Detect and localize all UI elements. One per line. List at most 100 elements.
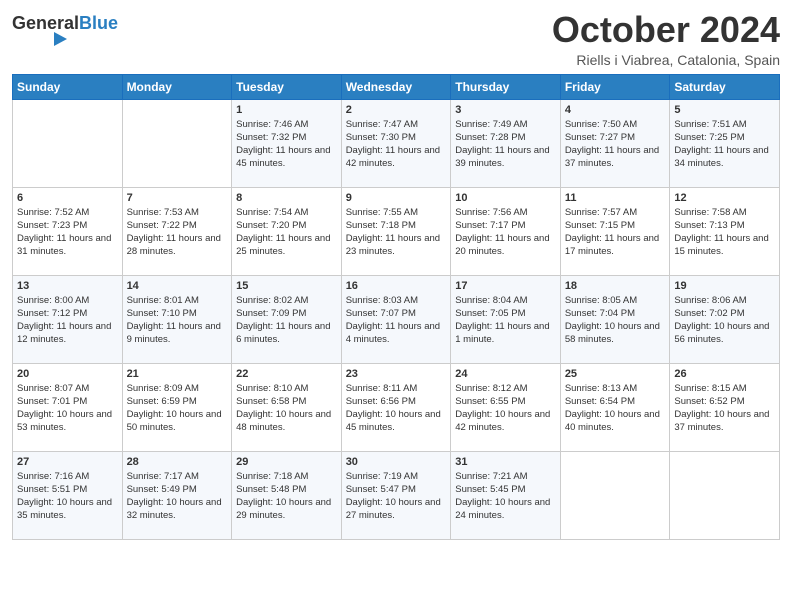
day-number: 15 bbox=[236, 280, 337, 292]
cell-sun-info: Sunrise: 7:53 AM Sunset: 7:22 PM Dayligh… bbox=[127, 206, 228, 259]
calendar-cell: 5Sunrise: 7:51 AM Sunset: 7:25 PM Daylig… bbox=[670, 99, 780, 187]
day-number: 28 bbox=[127, 456, 228, 468]
day-number: 31 bbox=[455, 456, 556, 468]
header-row: Sunday Monday Tuesday Wednesday Thursday… bbox=[13, 74, 780, 99]
day-number: 27 bbox=[17, 456, 118, 468]
cell-sun-info: Sunrise: 8:01 AM Sunset: 7:10 PM Dayligh… bbox=[127, 294, 228, 347]
calendar-cell: 8 Sunrise: 7:54 AM Sunset: 7:20 PM Daylig… bbox=[232, 187, 342, 275]
day-number: 12 bbox=[674, 192, 775, 204]
day-number: 23 bbox=[346, 368, 447, 380]
day-number: 21 bbox=[127, 368, 228, 380]
cell-sun-info: Sunrise: 8:11 AM Sunset: 6:56 PM Dayligh… bbox=[346, 382, 447, 435]
calendar-cell: 1Sunrise: 7:46 AM Sunset: 7:32 PM Daylig… bbox=[232, 99, 342, 187]
calendar-week-3: 13 Sunrise: 8:00 AM Sunset: 7:12 PM Dayli… bbox=[13, 275, 780, 363]
calendar-cell bbox=[122, 99, 232, 187]
logo-text: GeneralBlue bbox=[12, 14, 118, 46]
col-wednesday: Wednesday bbox=[341, 74, 451, 99]
calendar-cell bbox=[13, 99, 123, 187]
cell-sun-info: Sunrise: 7:51 AM Sunset: 7:25 PM Dayligh… bbox=[674, 118, 775, 171]
cell-sun-info: Sunrise: 8:03 AM Sunset: 7:07 PM Dayligh… bbox=[346, 294, 447, 347]
cell-sun-info: Sunrise: 7:54 AM Sunset: 7:20 PM Dayligh… bbox=[236, 206, 337, 259]
calendar-cell: 20 Sunrise: 8:07 AM Sunset: 7:01 PM Dayli… bbox=[13, 363, 123, 451]
day-number: 7 bbox=[127, 192, 228, 204]
col-sunday: Sunday bbox=[13, 74, 123, 99]
cell-sun-info: Sunrise: 7:52 AM Sunset: 7:23 PM Dayligh… bbox=[17, 206, 118, 259]
calendar-cell bbox=[670, 451, 780, 539]
col-thursday: Thursday bbox=[451, 74, 561, 99]
calendar-table: Sunday Monday Tuesday Wednesday Thursday… bbox=[12, 74, 780, 540]
cell-sun-info: Sunrise: 8:10 AM Sunset: 6:58 PM Dayligh… bbox=[236, 382, 337, 435]
day-number: 29 bbox=[236, 456, 337, 468]
day-number: 6 bbox=[17, 192, 118, 204]
calendar-cell: 9 Sunrise: 7:55 AM Sunset: 7:18 PM Daylig… bbox=[341, 187, 451, 275]
calendar-cell: 14Sunrise: 8:01 AM Sunset: 7:10 PM Dayli… bbox=[122, 275, 232, 363]
calendar-cell: 25Sunrise: 8:13 AM Sunset: 6:54 PM Dayli… bbox=[560, 363, 670, 451]
cell-sun-info: Sunrise: 7:17 AM Sunset: 5:49 PM Dayligh… bbox=[127, 470, 228, 523]
day-number: 1 bbox=[236, 104, 337, 116]
calendar-cell: 26 Sunrise: 8:15 AM Sunset: 6:52 PM Dayli… bbox=[670, 363, 780, 451]
day-number: 8 bbox=[236, 192, 337, 204]
day-number: 20 bbox=[17, 368, 118, 380]
day-number: 16 bbox=[346, 280, 447, 292]
cell-sun-info: Sunrise: 8:05 AM Sunset: 7:04 PM Dayligh… bbox=[565, 294, 666, 347]
calendar-body: 1Sunrise: 7:46 AM Sunset: 7:32 PM Daylig… bbox=[13, 99, 780, 539]
day-number: 10 bbox=[455, 192, 556, 204]
cell-sun-info: Sunrise: 7:18 AM Sunset: 5:48 PM Dayligh… bbox=[236, 470, 337, 523]
day-number: 4 bbox=[565, 104, 666, 116]
cell-sun-info: Sunrise: 8:15 AM Sunset: 6:52 PM Dayligh… bbox=[674, 382, 775, 435]
cell-sun-info: Sunrise: 8:12 AM Sunset: 6:55 PM Dayligh… bbox=[455, 382, 556, 435]
col-saturday: Saturday bbox=[670, 74, 780, 99]
calendar-cell: 10 Sunrise: 7:56 AM Sunset: 7:17 PM Dayli… bbox=[451, 187, 561, 275]
calendar-header: Sunday Monday Tuesday Wednesday Thursday… bbox=[13, 74, 780, 99]
day-number: 17 bbox=[455, 280, 556, 292]
calendar-cell: 31 Sunrise: 7:21 AM Sunset: 5:45 PM Dayli… bbox=[451, 451, 561, 539]
day-number: 11 bbox=[565, 192, 666, 204]
calendar-cell: 7 Sunrise: 7:53 AM Sunset: 7:22 PM Daylig… bbox=[122, 187, 232, 275]
cell-sun-info: Sunrise: 7:56 AM Sunset: 7:17 PM Dayligh… bbox=[455, 206, 556, 259]
cell-sun-info: Sunrise: 7:55 AM Sunset: 7:18 PM Dayligh… bbox=[346, 206, 447, 259]
cell-sun-info: Sunrise: 7:21 AM Sunset: 5:45 PM Dayligh… bbox=[455, 470, 556, 523]
calendar-cell: 16 Sunrise: 8:03 AM Sunset: 7:07 PM Dayli… bbox=[341, 275, 451, 363]
cell-sun-info: Sunrise: 8:09 AM Sunset: 6:59 PM Dayligh… bbox=[127, 382, 228, 435]
cell-sun-info: Sunrise: 7:57 AM Sunset: 7:15 PM Dayligh… bbox=[565, 206, 666, 259]
day-number: 22 bbox=[236, 368, 337, 380]
calendar-cell: 6 Sunrise: 7:52 AM Sunset: 7:23 PM Daylig… bbox=[13, 187, 123, 275]
calendar-week-4: 20 Sunrise: 8:07 AM Sunset: 7:01 PM Dayli… bbox=[13, 363, 780, 451]
day-number: 25 bbox=[565, 368, 666, 380]
calendar-week-5: 27Sunrise: 7:16 AM Sunset: 5:51 PM Dayli… bbox=[13, 451, 780, 539]
cell-sun-info: Sunrise: 8:00 AM Sunset: 7:12 PM Dayligh… bbox=[17, 294, 118, 347]
cell-sun-info: Sunrise: 8:04 AM Sunset: 7:05 PM Dayligh… bbox=[455, 294, 556, 347]
location-subtitle: Riells i Viabrea, Catalonia, Spain bbox=[552, 52, 780, 68]
title-block: October 2024 Riells i Viabrea, Catalonia… bbox=[552, 10, 780, 68]
day-number: 3 bbox=[455, 104, 556, 116]
calendar-week-1: 1Sunrise: 7:46 AM Sunset: 7:32 PM Daylig… bbox=[13, 99, 780, 187]
calendar-cell: 11 Sunrise: 7:57 AM Sunset: 7:15 PM Dayli… bbox=[560, 187, 670, 275]
day-number: 9 bbox=[346, 192, 447, 204]
cell-sun-info: Sunrise: 8:06 AM Sunset: 7:02 PM Dayligh… bbox=[674, 294, 775, 347]
logo: GeneralBlue bbox=[12, 14, 118, 46]
page-container: GeneralBlue October 2024 Riells i Viabre… bbox=[0, 0, 792, 552]
day-number: 13 bbox=[17, 280, 118, 292]
calendar-cell bbox=[560, 451, 670, 539]
day-number: 19 bbox=[674, 280, 775, 292]
calendar-cell: 21 Sunrise: 8:09 AM Sunset: 6:59 PM Dayli… bbox=[122, 363, 232, 451]
logo-general: General bbox=[12, 13, 79, 33]
day-number: 30 bbox=[346, 456, 447, 468]
cell-sun-info: Sunrise: 8:02 AM Sunset: 7:09 PM Dayligh… bbox=[236, 294, 337, 347]
day-number: 26 bbox=[674, 368, 775, 380]
day-number: 2 bbox=[346, 104, 447, 116]
calendar-cell: 28 Sunrise: 7:17 AM Sunset: 5:49 PM Dayli… bbox=[122, 451, 232, 539]
cell-sun-info: Sunrise: 7:50 AM Sunset: 7:27 PM Dayligh… bbox=[565, 118, 666, 171]
calendar-cell: 22 Sunrise: 8:10 AM Sunset: 6:58 PM Dayli… bbox=[232, 363, 342, 451]
cell-sun-info: Sunrise: 7:47 AM Sunset: 7:30 PM Dayligh… bbox=[346, 118, 447, 171]
col-tuesday: Tuesday bbox=[232, 74, 342, 99]
header: GeneralBlue October 2024 Riells i Viabre… bbox=[12, 10, 780, 68]
calendar-week-2: 6 Sunrise: 7:52 AM Sunset: 7:23 PM Daylig… bbox=[13, 187, 780, 275]
cell-sun-info: Sunrise: 7:58 AM Sunset: 7:13 PM Dayligh… bbox=[674, 206, 775, 259]
calendar-cell: 17 Sunrise: 8:04 AM Sunset: 7:05 PM Dayli… bbox=[451, 275, 561, 363]
calendar-cell: 23 Sunrise: 8:11 AM Sunset: 6:56 PM Dayli… bbox=[341, 363, 451, 451]
cell-sun-info: Sunrise: 8:07 AM Sunset: 7:01 PM Dayligh… bbox=[17, 382, 118, 435]
calendar-cell: 3Sunrise: 7:49 AM Sunset: 7:28 PM Daylig… bbox=[451, 99, 561, 187]
day-number: 18 bbox=[565, 280, 666, 292]
logo-blue: Blue bbox=[79, 13, 118, 33]
